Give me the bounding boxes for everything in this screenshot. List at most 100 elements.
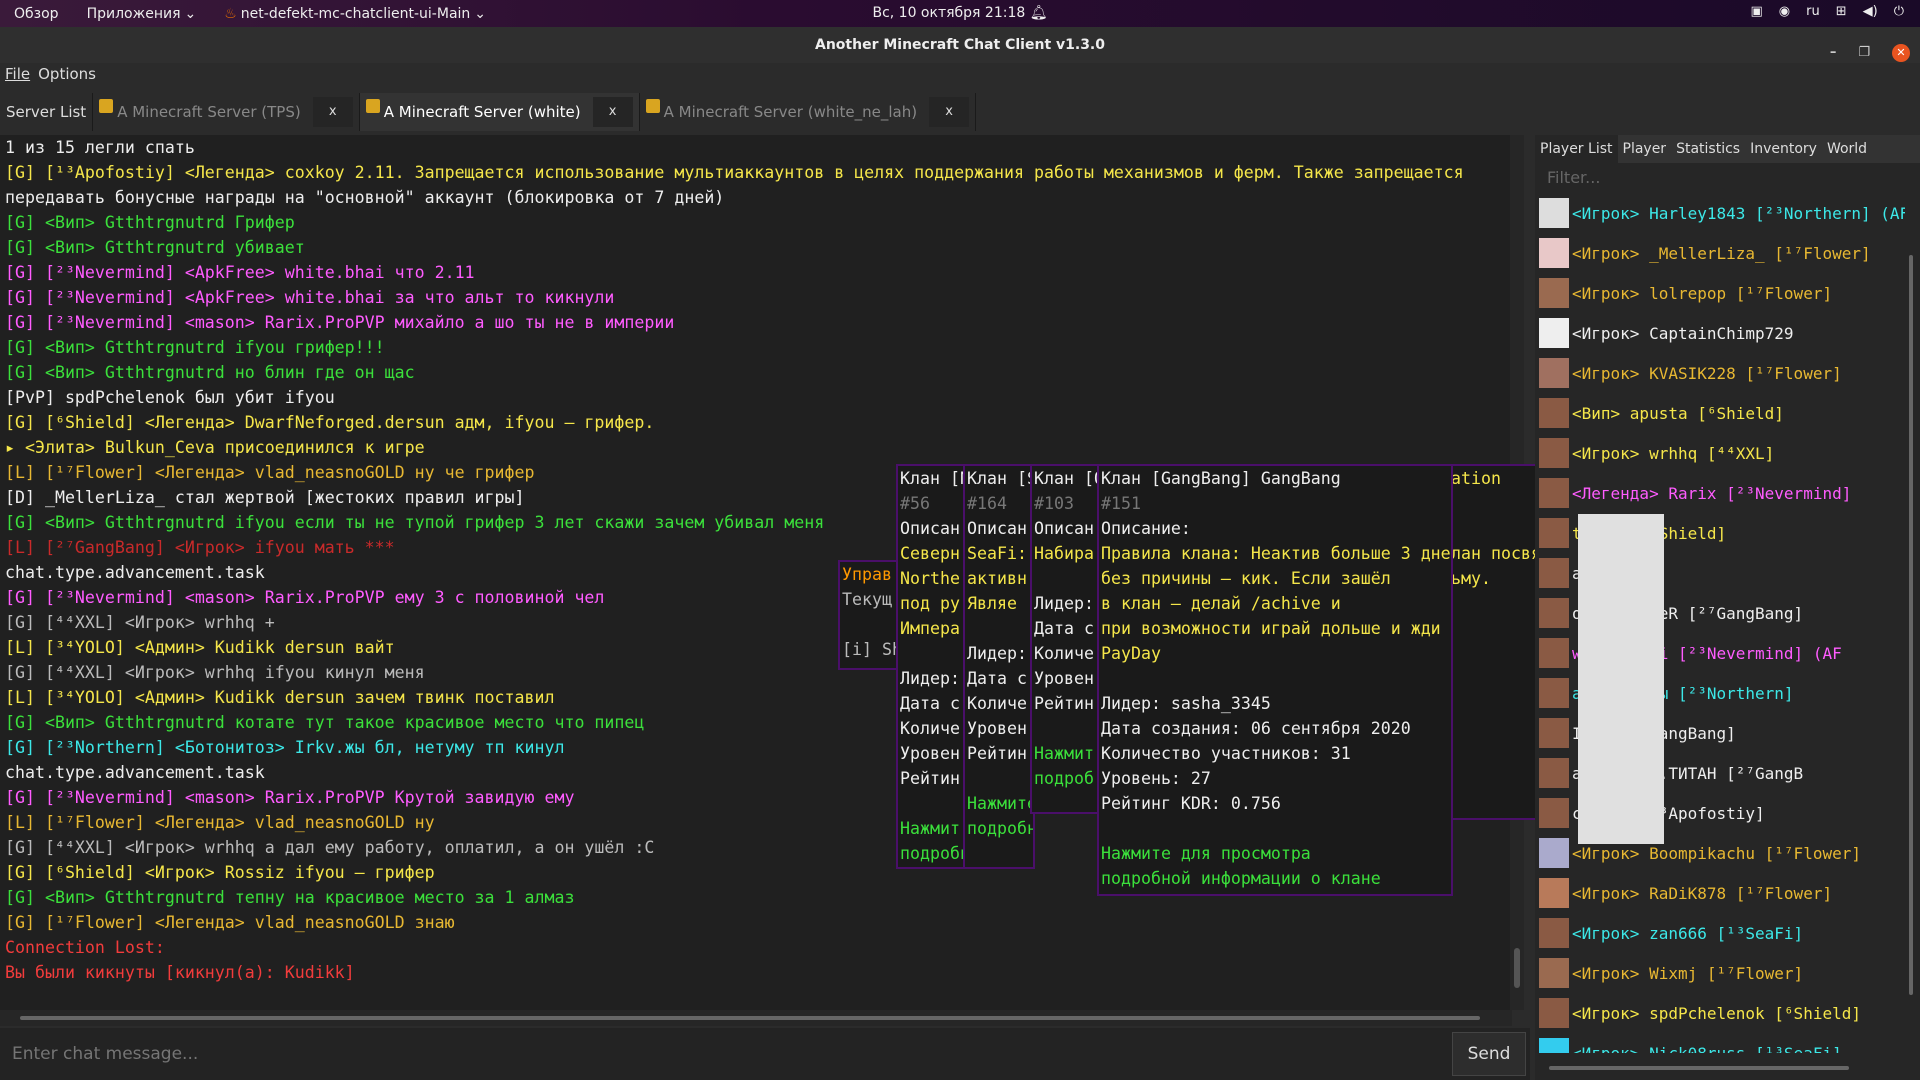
tooltip-line: в клан – делай /achive и (1101, 594, 1341, 613)
language-indicator[interactable]: ru (1806, 4, 1820, 19)
server-tabs: Server List A Minecraft Server (TPS) x A … (0, 93, 1920, 131)
player-row[interactable]: <Игрок> _MellerLiza_ [¹⁷Flower] (1535, 233, 1905, 273)
tooltip-line: Лидер: (1034, 594, 1094, 613)
player-row[interactable]: <Игрок> Harley1843 [²³Northern] (AF (1535, 193, 1905, 233)
player-name: <Игрок> zan666 [¹³SeaFi] (1572, 923, 1804, 943)
tooltip-line: подроб (1034, 769, 1094, 788)
player-row[interactable]: <Игрок> lolrepop [¹⁷Flower] (1535, 273, 1905, 313)
apps-label: Приложения (86, 5, 181, 22)
player-row[interactable]: <Игрок> KVASIK228 [¹⁷Flower] (1535, 353, 1905, 393)
scroll-thumb[interactable] (20, 1016, 1480, 1020)
tooltip-line: Количе (900, 719, 960, 738)
player-name: <Игрок> Nick08russ [¹³SeaFi] (1572, 1043, 1842, 1054)
volume-icon[interactable]: ◀) (1863, 4, 1878, 19)
tab-server-tps[interactable]: A Minecraft Server (TPS) x (93, 93, 360, 131)
player-row[interactable]: <Игрок> CaptainChimp729 (1535, 313, 1905, 353)
panel-tab-world[interactable]: World (1822, 135, 1872, 163)
player-avatar (1539, 798, 1569, 828)
tooltip-line: под ру (900, 594, 960, 613)
tooltip-line: Правила клана: Неактив больше 3 дней (1101, 544, 1453, 563)
player-row[interactable]: <Игрок> Nick08russ [¹³SeaFi] (1535, 1033, 1905, 1053)
player-avatar (1539, 918, 1569, 948)
chat-horizontal-scrollbar[interactable] (0, 1010, 1512, 1026)
close-tab-button[interactable]: x (592, 97, 633, 127)
tooltip-line: Нажмит (1034, 744, 1094, 763)
player-avatar (1539, 398, 1569, 428)
player-avatar (1539, 358, 1569, 388)
player-list-scrollbar[interactable] (1905, 195, 1917, 1055)
tooltip-line: #164 (967, 494, 1007, 513)
chat-line: [PvP] spdPchelenok был убит ifyou (5, 388, 335, 407)
player-name: <Игрок> KVASIK228 [¹⁷Flower] (1572, 363, 1842, 383)
power-icon[interactable]: ⏻ (1894, 4, 1904, 19)
chat-line: Вы были кикнуты [кикнул(а): Kudikk] (5, 963, 355, 982)
panel-tab-player-list[interactable]: Player List (1535, 135, 1618, 163)
panel-tab-player[interactable]: Player (1618, 135, 1672, 163)
player-list-hscrollbar[interactable] (1535, 1060, 1920, 1076)
close-tab-button[interactable]: x (312, 97, 353, 127)
tooltip-line: Дата с (967, 669, 1027, 688)
menu-file[interactable]: File (5, 63, 30, 85)
scroll-thumb[interactable] (1909, 255, 1913, 995)
player-name: <Игрок> CaptainChimp729 (1572, 323, 1794, 343)
send-button[interactable]: Send (1452, 1032, 1526, 1076)
tooltip-line (965, 766, 1033, 791)
tab-server-white-ne-lah[interactable]: A Minecraft Server (white_ne_lah) x (640, 93, 977, 131)
close-tab-button[interactable]: x (929, 97, 970, 127)
discord-icon[interactable]: ◉ (1779, 4, 1790, 19)
tooltip-line (1099, 816, 1451, 841)
apps-menu[interactable]: Приложения ⌄ (73, 6, 211, 22)
scroll-thumb[interactable] (1549, 1066, 1849, 1070)
player-row[interactable]: <Игрок> wrhhq [⁴⁴XXL] (1535, 433, 1905, 473)
chat-line: [G] [²³Nevermind] <ApkFree> white.bhai з… (5, 288, 615, 307)
network-icon[interactable]: ⊞ (1836, 4, 1847, 19)
player-avatar (1539, 518, 1569, 548)
tooltip-line: Уровен (900, 744, 960, 763)
active-app-menu[interactable]: ♨ net-defekt-mc-chatclient-ui-Main ⌄ (210, 6, 500, 22)
chat-line: [G] [²³Nevermind] <ApkFree> white.bhai ч… (5, 263, 475, 282)
player-row[interactable]: <Игрок> spdPchelenok [⁶Shield] (1535, 993, 1905, 1033)
tab-server-white[interactable]: A Minecraft Server (white) x (359, 93, 640, 131)
player-row[interactable]: <Вип> apusta [⁶Shield] (1535, 393, 1905, 433)
scroll-thumb[interactable] (1514, 948, 1520, 988)
tooltip-line: Рейтин (1034, 694, 1094, 713)
screen-icon[interactable]: ▣ (1750, 4, 1762, 19)
chat-line: [G] [²³Nevermind] <mason> Rarix.ProPVP м… (5, 313, 675, 332)
player-filter-input[interactable]: Filter... (1539, 166, 1916, 190)
tooltip-line: Набира (1034, 544, 1094, 563)
tooltip-line (965, 616, 1033, 641)
player-avatar (1539, 718, 1569, 748)
tooltip-line: PayDay (1101, 644, 1161, 663)
clock-label[interactable]: Вс, 10 октября 21:18 (872, 5, 1025, 21)
menu-options[interactable]: Options (38, 63, 96, 85)
player-avatar (1539, 238, 1569, 268)
panel-tab-inventory[interactable]: Inventory (1745, 135, 1822, 163)
tooltip-line: Клан [GangBang] GangBang (1101, 469, 1341, 488)
chat-line: ▸ <Элита> Bulkun_Ceva присоединился к иг… (5, 438, 425, 457)
tooltip-line: Рейтин (900, 769, 960, 788)
player-row[interactable]: <Игрок> Wixmj [¹⁷Flower] (1535, 953, 1905, 993)
server-icon (645, 99, 660, 113)
player-avatar (1539, 678, 1569, 708)
tooltip-line: Клан [S (967, 469, 1035, 488)
tooltip-line: Лидер: sasha_3345 (1101, 694, 1271, 713)
tab-server-list[interactable]: Server List (0, 93, 94, 131)
tooltip-partial-d: Управ Текущ [i] Shif (838, 560, 898, 670)
close-icon[interactable]: ✕ (1892, 44, 1910, 62)
player-row[interactable]: <Легенда> Rarix [²³Nevermind] (1535, 473, 1905, 513)
player-row[interactable]: <Игрок> zan666 [¹³SeaFi] (1535, 913, 1905, 953)
overview-button[interactable]: Обзор (0, 6, 73, 22)
player-row[interactable]: <Игрок> RaDiK878 [¹⁷Flower] (1535, 873, 1905, 913)
player-avatar (1539, 198, 1569, 228)
tab-label: A Minecraft Server (white_ne_lah) (663, 103, 918, 121)
tooltip-line: Нажмит (900, 819, 960, 838)
player-avatar (1539, 278, 1569, 308)
player-avatar (1539, 758, 1569, 788)
panel-tab-statistics[interactable]: Statistics (1671, 135, 1745, 163)
tooltip-line: Количе (967, 694, 1027, 713)
player-name: <Игрок> spdPchelenok [⁶Shield] (1572, 1003, 1861, 1023)
player-avatar (1539, 438, 1569, 468)
chat-input[interactable] (6, 1034, 1446, 1074)
tooltip-line: [i] Shif (842, 640, 896, 659)
tooltip-line: #103 (1034, 494, 1074, 513)
